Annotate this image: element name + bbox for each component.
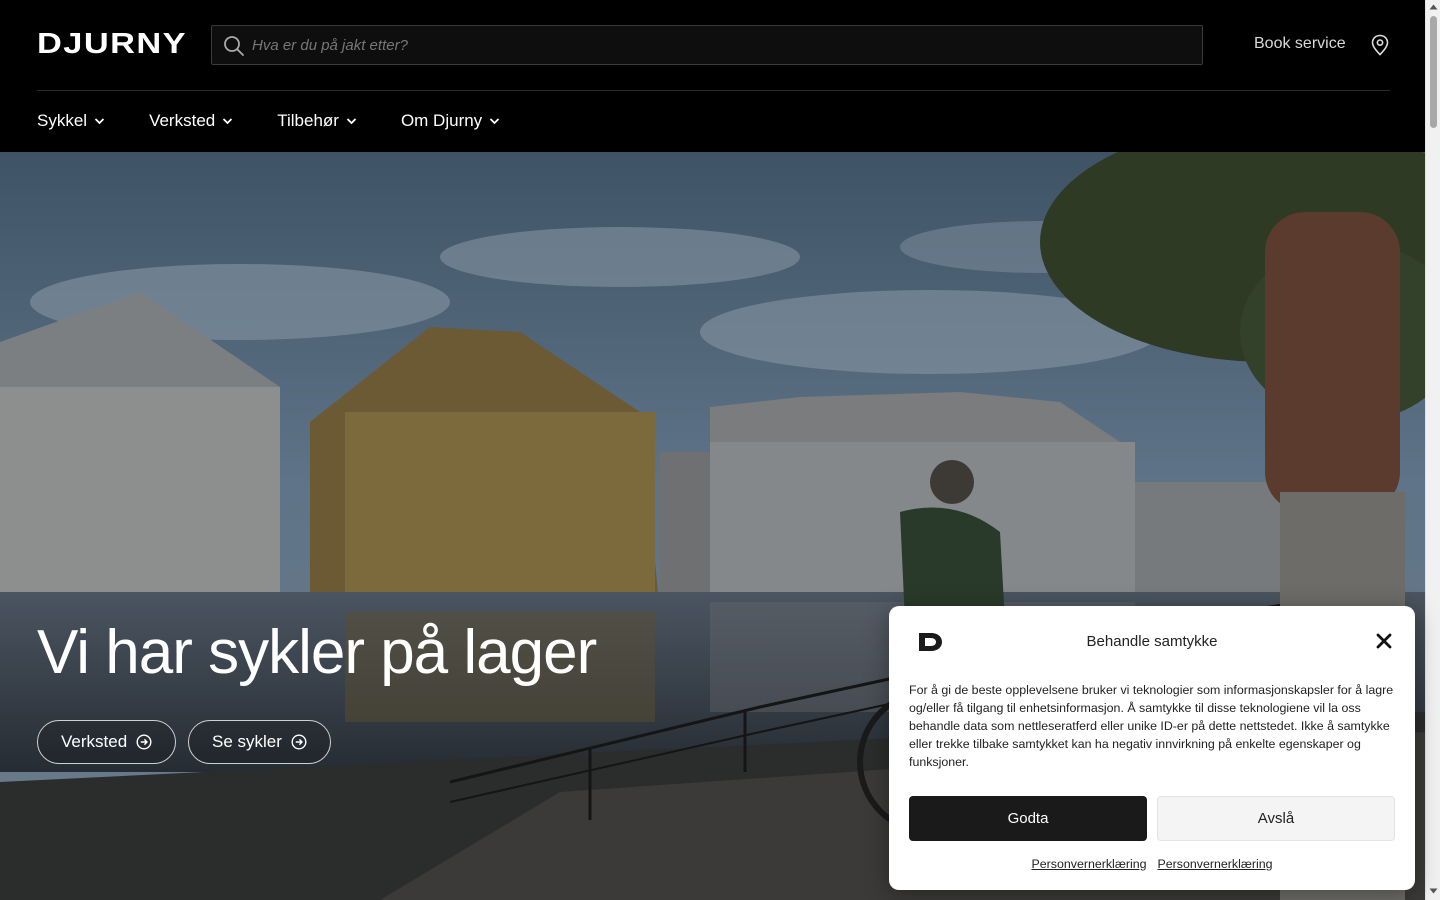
se-sykler-button-label: Se sykler	[212, 732, 282, 751]
nav-item-tilbehor[interactable]: Tilbehør	[277, 111, 357, 131]
page-scrollbar[interactable]	[1425, 0, 1440, 900]
consent-text: For å gi de beste opplevelsene bruker vi…	[909, 683, 1394, 769]
verksted-button[interactable]: Verksted	[37, 720, 177, 764]
privacy-policy-link[interactable]: Personvernerklæring	[1031, 857, 1146, 871]
search-input[interactable]	[252, 26, 1192, 64]
consent-links: Personvernerklæring Personvernerklæring	[889, 857, 1415, 871]
book-service-link[interactable]: Book service	[1254, 35, 1346, 53]
djurny-logo[interactable]: DJURNY	[37, 30, 189, 60]
scroll-up-arrow-icon[interactable]	[1429, 4, 1438, 10]
scroll-down-arrow-icon[interactable]	[1429, 888, 1438, 894]
chevron-down-icon	[346, 118, 357, 125]
search-bar[interactable]	[211, 25, 1203, 65]
nav-item-sykkel[interactable]: Sykkel	[37, 111, 105, 131]
chevron-down-icon	[223, 118, 233, 125]
deny-button[interactable]: Avslå	[1157, 796, 1395, 841]
verksted-button-label: Verksted	[61, 732, 128, 751]
nav-item-label: Tilbehør	[277, 111, 339, 130]
logo-text: DJURNY	[37, 30, 187, 60]
hero-title: Vi har sykler på lager	[37, 618, 597, 687]
consent-title: Behandle samtykke	[1086, 633, 1218, 650]
nav-item-label: Sykkel	[37, 111, 88, 130]
nav-item-label: Om Djurny	[400, 111, 483, 130]
accept-button[interactable]: Godta	[909, 796, 1147, 841]
cookie-consent-dialog: Behandle samtykke For å gi de beste oppl…	[889, 606, 1415, 890]
search-icon[interactable]	[222, 34, 246, 58]
chevron-down-icon	[490, 118, 500, 125]
nav-item-om-djurny[interactable]: Om Djurny	[401, 111, 500, 131]
location-pin-icon[interactable]	[1370, 34, 1390, 56]
arrow-right-circle-icon	[291, 734, 307, 750]
privacy-policy-link[interactable]: Personvernerklæring	[1158, 857, 1273, 871]
nav-item-verksted[interactable]: Verksted	[149, 111, 233, 131]
nav-item-label: Verksted	[149, 111, 216, 130]
close-icon[interactable]	[1375, 632, 1393, 650]
arrow-right-circle-icon	[136, 734, 152, 750]
chevron-down-icon	[94, 118, 105, 125]
scrollbar-thumb[interactable]	[1430, 16, 1437, 128]
se-sykler-button[interactable]: Se sykler	[188, 720, 331, 764]
site-header: DJURNY Book service Sykkel Verksted Tilb…	[0, 0, 1425, 152]
main-nav: Sykkel Verksted Tilbehør Om Djurny	[37, 90, 544, 152]
